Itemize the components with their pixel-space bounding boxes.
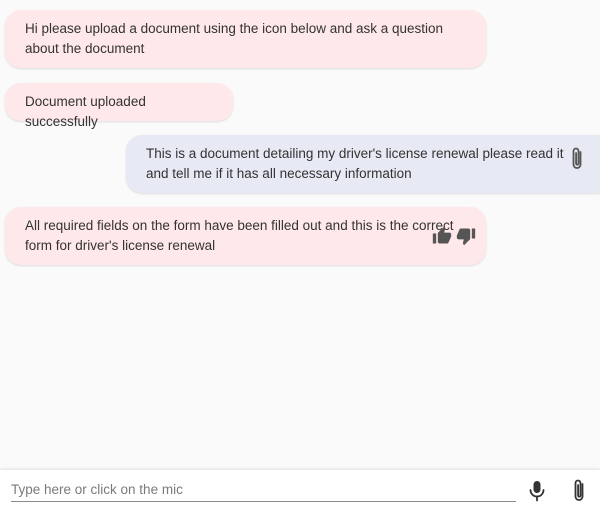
bot-message: Hi please upload a document using the ic… xyxy=(5,10,486,68)
paperclip-icon[interactable] xyxy=(568,146,586,172)
microphone-icon[interactable] xyxy=(527,479,547,503)
user-message: This is a document detailing my driver's… xyxy=(126,135,600,193)
message-text: All required fields on the form have bee… xyxy=(25,218,454,253)
message-input-bar xyxy=(0,470,600,513)
message-text: Hi please upload a document using the ic… xyxy=(25,21,444,56)
paperclip-icon[interactable] xyxy=(570,478,588,504)
message-text: This is a document detailing my driver's… xyxy=(146,146,564,181)
bot-message: Document uploaded successfully xyxy=(5,83,233,129)
message-text: Document uploaded successfully xyxy=(25,94,146,129)
thumbs-up-icon[interactable] xyxy=(432,226,452,246)
message-input[interactable] xyxy=(11,478,516,500)
thumbs-down-icon[interactable] xyxy=(456,226,476,246)
message-field xyxy=(11,478,516,502)
bot-message: All required fields on the form have bee… xyxy=(5,207,486,265)
feedback-actions xyxy=(432,226,476,246)
chat-area: Hi please upload a document using the ic… xyxy=(0,0,600,470)
